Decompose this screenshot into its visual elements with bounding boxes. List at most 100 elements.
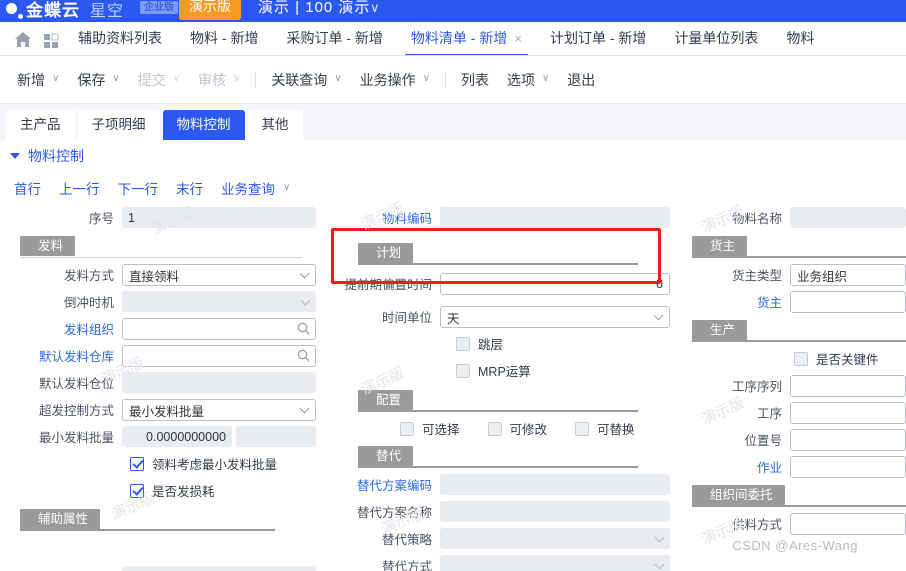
checkbox-mrp-row: MRP运算 xyxy=(330,357,680,384)
section-aux-attr: 辅助属性 xyxy=(20,509,285,531)
menu-item[interactable]: 保存 ∨ xyxy=(68,70,128,90)
chevron-down-icon xyxy=(654,559,665,569)
checkbox-modifiable[interactable] xyxy=(487,421,502,436)
menu-item[interactable]: 选项 ∨ xyxy=(498,70,558,90)
chevron-down-icon[interactable]: ∨ xyxy=(423,73,430,84)
field-default-warehouse: 默认发料仓库 xyxy=(0,342,330,369)
chevron-down-icon[interactable]: ∨ xyxy=(334,73,341,84)
form-area: 序号 1 发料 发料方式 直接领料 倒冲时机 发料组织 默认发料仓库 默认发料仓… xyxy=(0,204,906,571)
chevron-down-icon[interactable]: ∨ xyxy=(370,0,380,16)
field-over-issue-control-select[interactable]: 最小发料批量 xyxy=(122,399,316,421)
checkbox-mrp[interactable] xyxy=(456,363,470,378)
checkbox-skip-level-row: 跳层 xyxy=(330,330,680,357)
chevron-down-icon[interactable]: ∨ xyxy=(542,73,549,84)
chevron-down-icon[interactable]: ∨ xyxy=(52,73,59,84)
field-sub-code-input[interactable] xyxy=(440,474,670,495)
menu-item-label: 保存 xyxy=(77,71,106,88)
sub-tab[interactable]: 物料控制 xyxy=(162,110,245,140)
field-default-warehouse-input[interactable] xyxy=(122,345,316,367)
field-material-code-input[interactable] xyxy=(440,207,670,228)
nav-link[interactable]: 下一行 xyxy=(118,178,159,198)
tab-item-label: 物料 - 新增 xyxy=(190,29,259,46)
field-operation-input[interactable] xyxy=(790,402,906,424)
field-supply-mode-label: 供料方式 xyxy=(731,518,782,532)
form-column-issue: 序号 1 发料 发料方式 直接领料 倒冲时机 发料组织 默认发料仓库 默认发料仓… xyxy=(0,204,330,571)
tab-item[interactable]: 采购订单 - 新增 xyxy=(272,22,396,55)
checkbox-selectable[interactable] xyxy=(400,421,414,436)
field-sub-strategy-label: 替代策略 xyxy=(381,533,432,547)
apps-grid-icon[interactable] xyxy=(40,28,64,50)
chevron-down-icon[interactable]: ∨ xyxy=(233,73,240,84)
menu-item[interactable]: 关联查询 ∨ xyxy=(262,70,350,90)
tab-item[interactable]: 物料 - 新增 xyxy=(176,22,272,55)
brand-edition-tag: 企业版 xyxy=(140,1,178,14)
sub-tab[interactable]: 子项明细 xyxy=(77,110,160,140)
field-seq: 序号 1 xyxy=(0,204,330,231)
sub-tab[interactable]: 其他 xyxy=(247,110,303,140)
field-sub-name-input[interactable] xyxy=(440,501,670,522)
menu-item[interactable]: 退出 xyxy=(558,70,604,90)
field-time-unit-select[interactable]: 天 xyxy=(440,306,670,328)
field-job-input[interactable] xyxy=(790,456,906,478)
chevron-down-icon xyxy=(654,532,665,542)
chevron-down-icon[interactable]: ∨ xyxy=(173,73,180,84)
tab-item[interactable]: 计量单位列表 xyxy=(660,22,772,55)
field-position-no-input[interactable] xyxy=(790,429,906,451)
tab-item[interactable]: 物料清单 - 新增 × xyxy=(397,22,536,55)
section-owner-label: 货主 xyxy=(692,236,748,256)
chevron-down-icon[interactable]: ∨ xyxy=(112,73,119,84)
group-header-row: 物料控制 xyxy=(0,140,906,172)
menu-item[interactable]: 新增 ∨ xyxy=(8,70,68,90)
nav-link[interactable]: 首行 xyxy=(14,178,41,198)
field-owner-input[interactable] xyxy=(790,291,906,313)
nav-link[interactable]: 业务查询 xyxy=(221,178,275,198)
search-icon[interactable] xyxy=(297,349,310,362)
field-backflush-select[interactable] xyxy=(122,291,316,312)
checkbox-key-part[interactable] xyxy=(794,351,808,366)
field-owner-type-select[interactable]: 业务组织 xyxy=(790,264,906,286)
field-issue-org-input[interactable] xyxy=(122,318,316,340)
section-inter-org-label: 组织间委托 xyxy=(692,485,785,505)
close-icon[interactable]: × xyxy=(514,31,522,46)
field-sub-code: 替代方案编码 xyxy=(330,471,680,498)
tab-item[interactable]: 物料 xyxy=(772,22,828,55)
checkbox-min-batch[interactable] xyxy=(130,456,144,471)
field-sub-strategy-select[interactable] xyxy=(440,528,670,549)
chevron-down-icon xyxy=(653,310,664,321)
tab-item[interactable]: 计划订单 - 新增 xyxy=(536,22,660,55)
sub-tab[interactable]: 主产品 xyxy=(6,110,75,140)
field-seq-input[interactable]: 1 xyxy=(122,207,316,228)
tab-item[interactable]: 辅助资料列表 xyxy=(64,22,176,55)
tab-item-label: 计量单位列表 xyxy=(674,29,759,46)
checkbox-key-part-row: 是否关键件 xyxy=(680,345,906,372)
section-substitute: 替代 xyxy=(358,446,648,468)
menu-item-label: 列表 xyxy=(460,71,489,88)
menu-item[interactable]: 列表 xyxy=(452,70,498,90)
tab-item-label: 采购订单 - 新增 xyxy=(286,29,383,46)
checkbox-skip-level[interactable] xyxy=(456,336,470,351)
field-min-issue-batch-input[interactable]: 0.0000000000 xyxy=(122,426,232,447)
field-default-location-input[interactable] xyxy=(122,372,316,393)
field-supply-mode-input[interactable] xyxy=(790,513,906,535)
home-icon[interactable] xyxy=(10,28,36,50)
field-op-sequence-input[interactable] xyxy=(790,375,906,397)
checkbox-replaceable[interactable] xyxy=(575,421,590,436)
checkbox-loss[interactable] xyxy=(130,483,144,498)
field-issue-mode-select[interactable]: 直接领料 xyxy=(122,264,316,286)
field-lead-offset-input[interactable]: 0 xyxy=(440,273,670,295)
nav-link[interactable]: 末行 xyxy=(176,178,203,198)
row-nav-bar: 首行 上一行 下一行 末行 业务查询 ∨ xyxy=(0,172,906,204)
demo-badge[interactable]: 演示版 xyxy=(179,0,241,20)
field-material-name-input[interactable] xyxy=(790,207,906,228)
field-lead-offset: 提前期偏置时间 0 xyxy=(330,270,680,297)
nav-link[interactable]: 上一行 xyxy=(59,178,100,198)
field-min-issue-batch-unit[interactable] xyxy=(236,426,316,447)
field-aux-attr-input[interactable] xyxy=(122,566,316,571)
chevron-down-icon[interactable]: ∨ xyxy=(283,182,290,193)
menu-item[interactable]: 业务操作 ∨ xyxy=(351,70,439,90)
user-org-label[interactable]: 演示 | 100 演示 xyxy=(258,0,370,17)
triangle-down-icon[interactable] xyxy=(10,153,20,159)
field-owner-type-value: 业务组织 xyxy=(797,269,848,284)
search-icon[interactable] xyxy=(297,322,310,335)
field-sub-mode-select[interactable] xyxy=(440,555,670,571)
